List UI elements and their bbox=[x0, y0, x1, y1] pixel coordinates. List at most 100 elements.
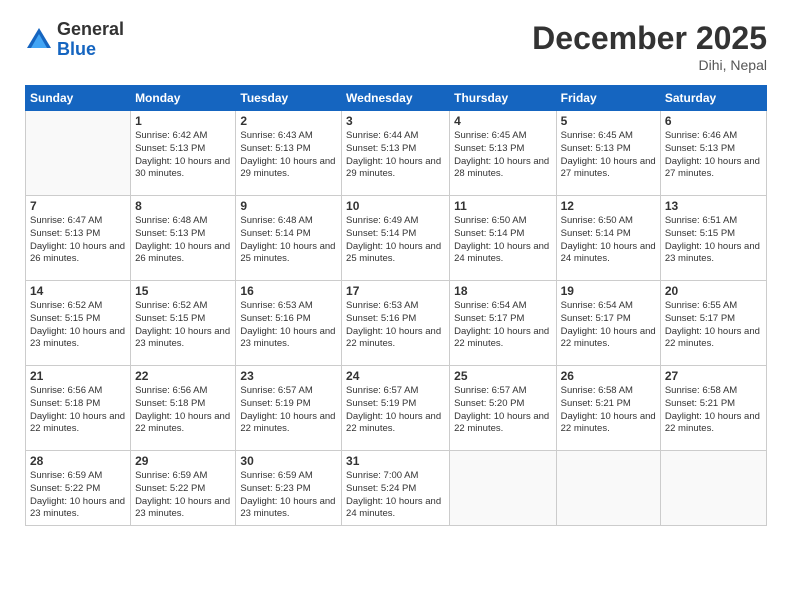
day-number: 16 bbox=[240, 284, 337, 298]
day-info: Sunrise: 6:45 AM Sunset: 5:13 PM Dayligh… bbox=[561, 130, 656, 181]
calendar-week-3: 14 Sunrise: 6:52 AM Sunset: 5:15 PM Dayli… bbox=[26, 281, 767, 366]
day-number: 8 bbox=[135, 199, 231, 213]
calendar-cell: 5Sunrise: 6:45 AM Sunset: 5:13 PM Daylig… bbox=[556, 111, 660, 196]
day-number: 28 bbox=[30, 454, 126, 468]
header: General Blue December 2025 Dihi, Nepal bbox=[25, 20, 767, 73]
calendar-cell: 24Sunrise: 6:57 AM Sunset: 5:19 PM Dayli… bbox=[342, 366, 450, 451]
day-info: Sunrise: 6:58 AM Sunset: 5:21 PM Dayligh… bbox=[561, 385, 656, 436]
day-info: Sunrise: 6:56 AM Sunset: 5:18 PM Dayligh… bbox=[135, 385, 231, 436]
day-number: 18 bbox=[454, 284, 551, 298]
calendar-cell: 12 Sunrise: 6:50 AM Sunset: 5:14 PM Dayli… bbox=[556, 196, 660, 281]
calendar-cell: 8 Sunrise: 6:48 AM Sunset: 5:13 PM Daylig… bbox=[131, 196, 236, 281]
day-number: 29 bbox=[135, 454, 231, 468]
day-number: 14 bbox=[30, 284, 126, 298]
calendar-cell: 11 Sunrise: 6:50 AM Sunset: 5:14 PM Dayli… bbox=[450, 196, 556, 281]
day-info: Sunrise: 6:52 AM Sunset: 5:15 PM Dayligh… bbox=[30, 300, 126, 351]
day-info: Sunrise: 6:44 AM Sunset: 5:13 PM Dayligh… bbox=[346, 130, 445, 181]
calendar-cell: 27 Sunrise: 6:58 AM Sunset: 5:21 PM Dayli… bbox=[660, 366, 766, 451]
col-header-monday: Monday bbox=[131, 86, 236, 111]
day-number: 13 bbox=[665, 199, 762, 213]
page: General Blue December 2025 Dihi, Nepal S… bbox=[0, 0, 792, 612]
calendar-cell bbox=[556, 451, 660, 526]
day-number: 25 bbox=[454, 369, 551, 383]
calendar-cell: 2Sunrise: 6:43 AM Sunset: 5:13 PM Daylig… bbox=[236, 111, 342, 196]
col-header-tuesday: Tuesday bbox=[236, 86, 342, 111]
day-number: 22 bbox=[135, 369, 231, 383]
day-number: 2 bbox=[240, 114, 337, 128]
day-number: 3 bbox=[346, 114, 445, 128]
calendar-cell: 22 Sunrise: 6:56 AM Sunset: 5:18 PM Dayli… bbox=[131, 366, 236, 451]
day-number: 4 bbox=[454, 114, 551, 128]
day-number: 30 bbox=[240, 454, 337, 468]
day-info: Sunrise: 6:55 AM Sunset: 5:17 PM Dayligh… bbox=[665, 300, 762, 351]
title-section: December 2025 Dihi, Nepal bbox=[532, 20, 767, 73]
day-info: Sunrise: 6:50 AM Sunset: 5:14 PM Dayligh… bbox=[561, 215, 656, 266]
day-number: 23 bbox=[240, 369, 337, 383]
day-number: 11 bbox=[454, 199, 551, 213]
calendar: SundayMondayTuesdayWednesdayThursdayFrid… bbox=[25, 85, 767, 526]
calendar-cell: 9 Sunrise: 6:48 AM Sunset: 5:14 PM Daylig… bbox=[236, 196, 342, 281]
day-number: 7 bbox=[30, 199, 126, 213]
logo-icon bbox=[25, 26, 53, 54]
day-number: 26 bbox=[561, 369, 656, 383]
day-info: Sunrise: 6:50 AM Sunset: 5:14 PM Dayligh… bbox=[454, 215, 551, 266]
day-info: Sunrise: 6:57 AM Sunset: 5:19 PM Dayligh… bbox=[240, 385, 337, 436]
calendar-cell: 14 Sunrise: 6:52 AM Sunset: 5:15 PM Dayli… bbox=[26, 281, 131, 366]
calendar-cell: 19 Sunrise: 6:54 AM Sunset: 5:17 PM Dayli… bbox=[556, 281, 660, 366]
day-number: 20 bbox=[665, 284, 762, 298]
day-info: Sunrise: 6:54 AM Sunset: 5:17 PM Dayligh… bbox=[561, 300, 656, 351]
day-info: Sunrise: 6:48 AM Sunset: 5:14 PM Dayligh… bbox=[240, 215, 337, 266]
day-number: 15 bbox=[135, 284, 231, 298]
day-info: Sunrise: 6:48 AM Sunset: 5:13 PM Dayligh… bbox=[135, 215, 231, 266]
calendar-cell bbox=[26, 111, 131, 196]
day-number: 24 bbox=[346, 369, 445, 383]
day-info: Sunrise: 6:59 AM Sunset: 5:23 PM Dayligh… bbox=[240, 470, 337, 521]
calendar-week-4: 21Sunrise: 6:56 AM Sunset: 5:18 PM Dayli… bbox=[26, 366, 767, 451]
calendar-cell bbox=[660, 451, 766, 526]
col-header-sunday: Sunday bbox=[26, 86, 131, 111]
day-info: Sunrise: 7:00 AM Sunset: 5:24 PM Dayligh… bbox=[346, 470, 445, 521]
day-number: 10 bbox=[346, 199, 445, 213]
day-info: Sunrise: 6:58 AM Sunset: 5:21 PM Dayligh… bbox=[665, 385, 762, 436]
logo: General Blue bbox=[25, 20, 124, 60]
day-info: Sunrise: 6:51 AM Sunset: 5:15 PM Dayligh… bbox=[665, 215, 762, 266]
calendar-cell: 6 Sunrise: 6:46 AM Sunset: 5:13 PM Daylig… bbox=[660, 111, 766, 196]
calendar-cell: 31Sunrise: 7:00 AM Sunset: 5:24 PM Dayli… bbox=[342, 451, 450, 526]
day-number: 9 bbox=[240, 199, 337, 213]
calendar-cell: 1Sunrise: 6:42 AM Sunset: 5:13 PM Daylig… bbox=[131, 111, 236, 196]
logo-general: General bbox=[57, 20, 124, 40]
day-number: 12 bbox=[561, 199, 656, 213]
calendar-cell: 7 Sunrise: 6:47 AM Sunset: 5:13 PM Daylig… bbox=[26, 196, 131, 281]
calendar-cell: 29Sunrise: 6:59 AM Sunset: 5:22 PM Dayli… bbox=[131, 451, 236, 526]
day-number: 19 bbox=[561, 284, 656, 298]
day-number: 27 bbox=[665, 369, 762, 383]
calendar-week-5: 28Sunrise: 6:59 AM Sunset: 5:22 PM Dayli… bbox=[26, 451, 767, 526]
day-info: Sunrise: 6:45 AM Sunset: 5:13 PM Dayligh… bbox=[454, 130, 551, 181]
calendar-cell: 17Sunrise: 6:53 AM Sunset: 5:16 PM Dayli… bbox=[342, 281, 450, 366]
day-info: Sunrise: 6:42 AM Sunset: 5:13 PM Dayligh… bbox=[135, 130, 231, 181]
col-header-wednesday: Wednesday bbox=[342, 86, 450, 111]
calendar-cell: 30 Sunrise: 6:59 AM Sunset: 5:23 PM Dayli… bbox=[236, 451, 342, 526]
day-info: Sunrise: 6:53 AM Sunset: 5:16 PM Dayligh… bbox=[346, 300, 445, 351]
calendar-cell bbox=[450, 451, 556, 526]
calendar-cell: 3 Sunrise: 6:44 AM Sunset: 5:13 PM Daylig… bbox=[342, 111, 450, 196]
day-info: Sunrise: 6:56 AM Sunset: 5:18 PM Dayligh… bbox=[30, 385, 126, 436]
calendar-cell: 21Sunrise: 6:56 AM Sunset: 5:18 PM Dayli… bbox=[26, 366, 131, 451]
day-number: 6 bbox=[665, 114, 762, 128]
calendar-cell: 20 Sunrise: 6:55 AM Sunset: 5:17 PM Dayli… bbox=[660, 281, 766, 366]
calendar-week-2: 7 Sunrise: 6:47 AM Sunset: 5:13 PM Daylig… bbox=[26, 196, 767, 281]
day-info: Sunrise: 6:46 AM Sunset: 5:13 PM Dayligh… bbox=[665, 130, 762, 181]
col-header-thursday: Thursday bbox=[450, 86, 556, 111]
calendar-cell: 18Sunrise: 6:54 AM Sunset: 5:17 PM Dayli… bbox=[450, 281, 556, 366]
calendar-cell: 4 Sunrise: 6:45 AM Sunset: 5:13 PM Daylig… bbox=[450, 111, 556, 196]
calendar-cell: 13 Sunrise: 6:51 AM Sunset: 5:15 PM Dayli… bbox=[660, 196, 766, 281]
day-info: Sunrise: 6:57 AM Sunset: 5:20 PM Dayligh… bbox=[454, 385, 551, 436]
day-info: Sunrise: 6:47 AM Sunset: 5:13 PM Dayligh… bbox=[30, 215, 126, 266]
calendar-cell: 26 Sunrise: 6:58 AM Sunset: 5:21 PM Dayli… bbox=[556, 366, 660, 451]
calendar-cell: 16Sunrise: 6:53 AM Sunset: 5:16 PM Dayli… bbox=[236, 281, 342, 366]
month-title: December 2025 bbox=[532, 20, 767, 57]
logo-blue: Blue bbox=[57, 40, 124, 60]
calendar-header-row: SundayMondayTuesdayWednesdayThursdayFrid… bbox=[26, 86, 767, 111]
location: Dihi, Nepal bbox=[532, 57, 767, 73]
logo-text: General Blue bbox=[57, 20, 124, 60]
